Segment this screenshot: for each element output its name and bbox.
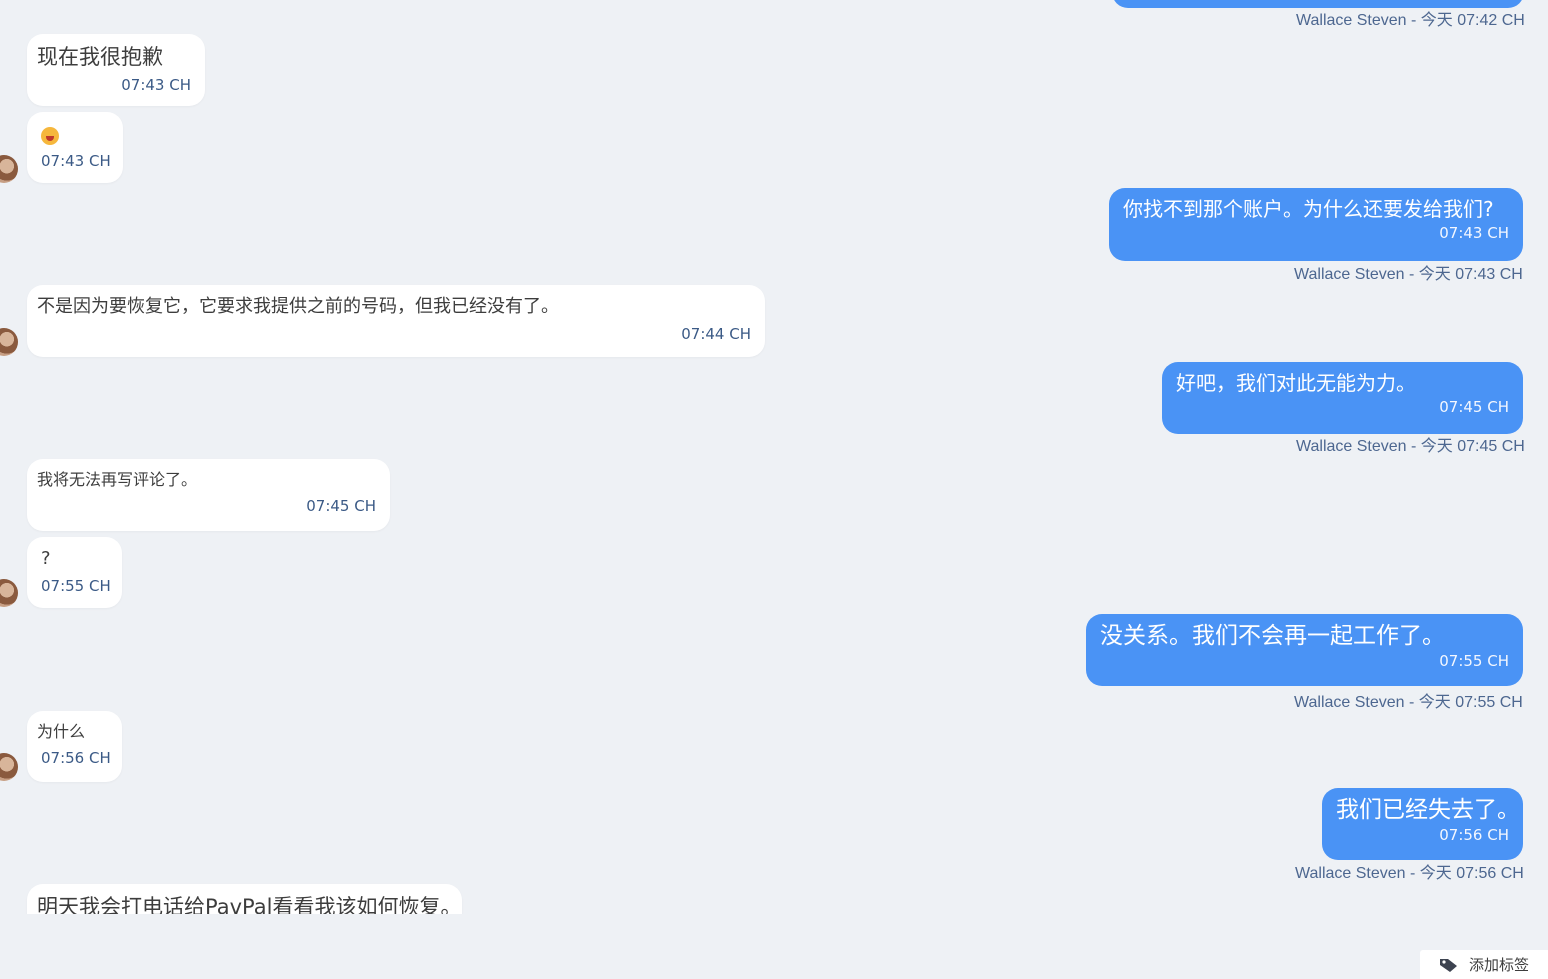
add-tag-label: 添加标签 xyxy=(1468,956,1529,974)
message-time: 07:45 CH xyxy=(306,497,376,515)
message-time: 07:45 CH xyxy=(1439,398,1509,416)
message-meta: Wallace Steven - 今天 07:56 CH xyxy=(1295,865,1524,882)
message-text: 好吧，我们对此无能为力。 xyxy=(1176,371,1416,395)
message-text: 我将无法再写评论了。 xyxy=(37,470,198,489)
message-meta: Wallace Steven - 今天 07:55 CH xyxy=(1294,694,1523,711)
incoming-message[interactable]: 为什么 07:56 CH xyxy=(27,711,122,782)
message-time: 07:55 CH xyxy=(41,577,111,595)
incoming-message[interactable]: 不是因为要恢复它，它要求我提供之前的号码，但我已经没有了。 07:44 CH xyxy=(27,285,765,357)
outgoing-message[interactable]: 没关系。我们不会再一起工作了。 07:55 CH xyxy=(1086,614,1523,686)
tag-icon xyxy=(1439,958,1457,972)
avatar[interactable] xyxy=(0,753,18,781)
message-text: 没关系。我们不会再一起工作了。 xyxy=(1100,623,1445,649)
add-tag-button[interactable]: 添加标签 xyxy=(1420,950,1548,979)
incoming-message[interactable]: 07:43 CH xyxy=(27,112,123,183)
incoming-message[interactable]: ? 07:55 CH xyxy=(27,537,122,608)
avatar[interactable] xyxy=(0,579,18,607)
message-text: ? xyxy=(41,548,51,569)
message-time: 07:56 CH xyxy=(41,749,111,767)
message-time: 07:44 CH xyxy=(681,325,751,343)
message-time: 07:43 CH xyxy=(41,152,111,170)
message-text: 我们已经失去了。 xyxy=(1336,797,1520,823)
message-meta: Wallace Steven - 今天 07:43 CH xyxy=(1294,266,1523,283)
outgoing-message[interactable]: 你找不到那个账户。为什么还要发给我们? 07:43 CH xyxy=(1109,188,1523,261)
message-time: 07:43 CH xyxy=(1439,224,1509,242)
chat-input-area xyxy=(0,914,1548,950)
message-meta: Wallace Steven - 今天 07:45 CH xyxy=(1296,438,1525,455)
message-text: 现在我很抱歉 xyxy=(37,45,163,69)
incoming-message[interactable]: 现在我很抱歉 07:43 CH xyxy=(27,34,205,106)
avatar[interactable] xyxy=(0,155,18,183)
incoming-message[interactable]: 我将无法再写评论了。 07:45 CH xyxy=(27,459,390,531)
message-text: 不是因为要恢复它，它要求我提供之前的号码，但我已经没有了。 xyxy=(37,296,559,317)
message-text: 你找不到那个账户。为什么还要发给我们? xyxy=(1123,197,1494,221)
message-time: 07:43 CH xyxy=(121,76,191,94)
face-emoji-icon xyxy=(41,127,59,145)
message-meta: Wallace Steven - 今天 07:42 CH xyxy=(1296,12,1525,29)
message-time: 07:55 CH xyxy=(1439,652,1509,670)
avatar[interactable] xyxy=(0,328,18,356)
message-text: 为什么 xyxy=(37,722,86,741)
outgoing-message[interactable]: 好吧，我们对此无能为力。 07:45 CH xyxy=(1162,362,1523,434)
message-time: 07:56 CH xyxy=(1439,826,1509,844)
outgoing-message[interactable]: 我们已经失去了。 07:56 CH xyxy=(1322,788,1523,860)
